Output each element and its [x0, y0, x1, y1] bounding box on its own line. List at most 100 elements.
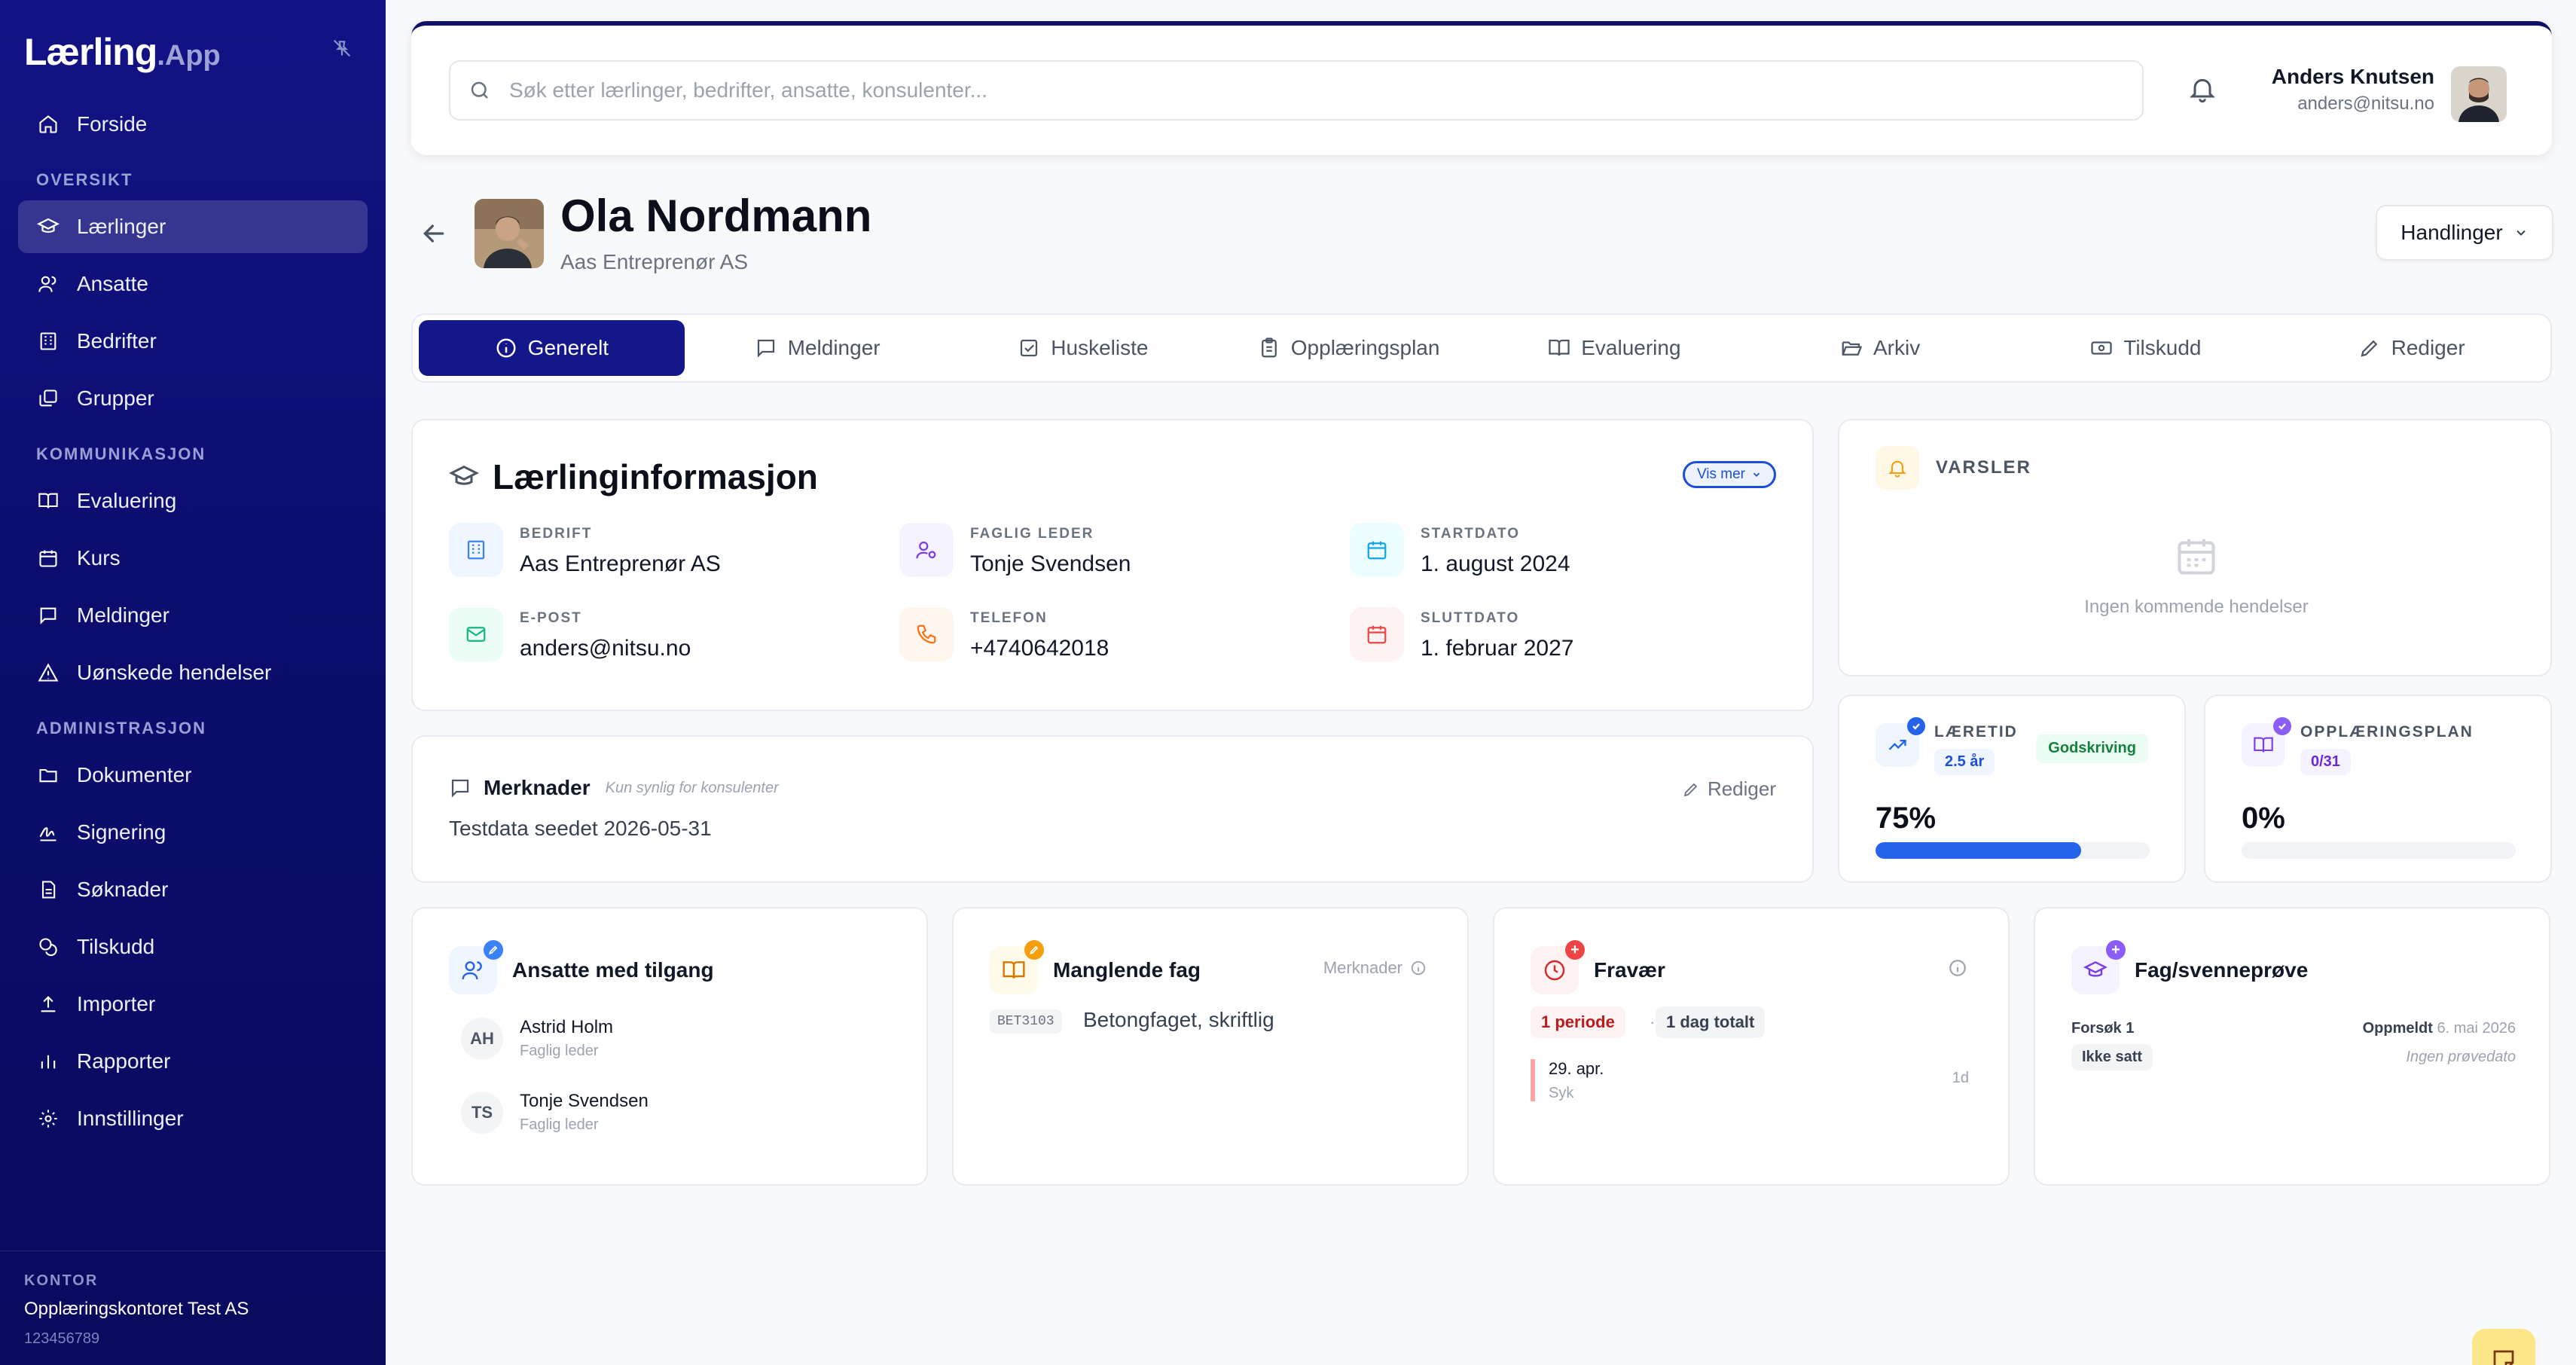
notes-title: Merknader: [484, 776, 591, 799]
graduation-cap-icon: +: [2071, 940, 2126, 994]
tab-rediger[interactable]: Rediger: [2278, 320, 2544, 376]
sidebar-item-label: Evaluering: [77, 489, 177, 512]
exam-attempt-row[interactable]: Forsøk 1 Oppmeldt 6. mai 2026: [2071, 1020, 2516, 1037]
absence-entry[interactable]: 29. apr. Syk: [1531, 1059, 1604, 1101]
sidebar-item-label: Signering: [77, 820, 166, 844]
apprentice-info-card: Lærlinginformasjon Vis mer BEDRIFT Aas En…: [411, 419, 1814, 711]
mail-icon: [449, 607, 503, 661]
tab-evaluering[interactable]: Evaluering: [1482, 320, 1747, 376]
sidebar-item-ansatte[interactable]: Ansatte: [18, 258, 368, 310]
actions-dropdown-button[interactable]: Handlinger: [2376, 205, 2553, 261]
person-role: Faglig leder: [520, 1043, 599, 1059]
sidebar-item-label: Tilskudd: [77, 935, 155, 958]
user-menu[interactable]: Anders Knutsen anders@nitsu.no: [2272, 65, 2507, 122]
list-item[interactable]: TS Tonje Svendsen Faglig leder: [461, 1091, 649, 1134]
apprentice-avatar[interactable]: [475, 199, 544, 268]
employees-access-card: Ansatte med tilgang AH Astrid Holm Faglig…: [411, 907, 928, 1186]
search-box[interactable]: [449, 60, 2144, 121]
check-badge-icon: [2273, 717, 2291, 735]
edit-badge-icon[interactable]: [484, 940, 503, 960]
notes-edit-button[interactable]: Rediger: [1682, 777, 1776, 801]
sidebar-item-signering[interactable]: Signering: [18, 806, 368, 859]
empty-calendar-icon: [2174, 533, 2219, 579]
notifications-bell-icon[interactable]: [2187, 74, 2217, 104]
add-badge-icon[interactable]: +: [2106, 940, 2126, 960]
exam-registered-date: 6. mai 2026: [2437, 1020, 2516, 1037]
tab-arkiv[interactable]: Arkiv: [1747, 320, 2013, 376]
folder-icon: [36, 763, 60, 787]
learning-time-label: LÆRETID: [1934, 723, 2018, 741]
users-icon: [36, 272, 60, 296]
sidebar-item-importer[interactable]: Importer: [18, 978, 368, 1031]
field-value[interactable]: +4740642018: [970, 636, 1109, 661]
exam-no-date: Ingen prøvedato: [2406, 1049, 2516, 1065]
sidebar-item-evaluering[interactable]: Evaluering: [18, 475, 368, 527]
info-icon: [1410, 960, 1427, 976]
field-value[interactable]: anders@nitsu.no: [520, 636, 691, 661]
sidebar-item-kurs[interactable]: Kurs: [18, 532, 368, 585]
user-avatar[interactable]: [2451, 66, 2507, 122]
info-icon: [495, 337, 517, 359]
sidebar-item-rapporter[interactable]: Rapporter: [18, 1035, 368, 1088]
absence-info-icon[interactable]: [1948, 958, 1967, 978]
sidebar-item-dokumenter[interactable]: Dokumenter: [18, 749, 368, 802]
home-icon: [36, 112, 60, 136]
pencil-icon: [2358, 337, 2381, 359]
book-open-icon: [990, 940, 1044, 994]
unpin-sidebar-icon[interactable]: [328, 35, 356, 62]
back-arrow-icon[interactable]: [419, 218, 449, 249]
phone-icon: [899, 607, 954, 661]
sidebar-item-label: Uønskede hendelser: [77, 661, 272, 684]
list-item[interactable]: AH Astrid Holm Faglig leder: [461, 1017, 613, 1060]
sidebar-item-soknader[interactable]: Søknader: [18, 863, 368, 916]
missing-notes-link[interactable]: Merknader: [1323, 958, 1427, 978]
clock-icon: +: [1531, 940, 1585, 994]
sidebar-item-label: Meldinger: [77, 603, 169, 627]
learning-time-duration: 2.5 år: [1934, 749, 1995, 775]
warning-icon: [36, 661, 60, 685]
trending-up-icon: [1876, 717, 1925, 767]
field-label: SLUTTDATO: [1421, 610, 1520, 626]
sidebar-item-laerlinger[interactable]: Lærlinger: [18, 200, 368, 253]
sidebar: Lærling .App Forside OVERSIKT Lærlinger …: [0, 0, 386, 1365]
office-footer[interactable]: KONTOR Opplæringskontoret Test AS 123456…: [0, 1250, 386, 1365]
tab-label: Arkiv: [1873, 336, 1921, 359]
missing-header: Manglende fag: [990, 940, 1201, 994]
tab-label: Evaluering: [1581, 336, 1681, 359]
learning-time-card[interactable]: LÆRETID 2.5 år Godskriving 75%: [1838, 695, 2186, 883]
sidebar-item-innstillinger[interactable]: Innstillinger: [18, 1092, 368, 1145]
avatar: AH: [461, 1017, 503, 1060]
field-label: STARTDATO: [1421, 526, 1520, 542]
tab-generelt[interactable]: Generelt: [419, 320, 685, 376]
tab-opplaeringsplan[interactable]: Opplæringsplan: [1216, 320, 1482, 376]
alerts-title: VARSLER: [1936, 457, 2031, 478]
search-input[interactable]: [509, 78, 2091, 102]
notes-fab-button[interactable]: [2472, 1329, 2535, 1365]
alerts-header: VARSLER: [1876, 446, 2031, 490]
user-cog-icon: [899, 523, 954, 577]
sidebar-item-bedrifter[interactable]: Bedrifter: [18, 315, 368, 368]
sidebar-item-forside[interactable]: Forside: [18, 98, 368, 151]
tab-tilskudd[interactable]: Tilskudd: [2013, 320, 2279, 376]
sidebar-item-label: Ansatte: [77, 272, 148, 295]
sidebar-item-uonskede-hendelser[interactable]: Uønskede hendelser: [18, 646, 368, 699]
app-logo[interactable]: Lærling .App: [24, 21, 221, 74]
edit-badge-icon[interactable]: [1024, 940, 1044, 960]
show-more-button[interactable]: Vis mer: [1682, 461, 1776, 488]
missing-notes-label: Merknader: [1323, 958, 1402, 977]
tab-label: Tilskudd: [2123, 336, 2202, 359]
book-open-icon: [2242, 717, 2291, 767]
training-plan-card[interactable]: OPPLÆRINGSPLAN 0/31 0%: [2204, 695, 2552, 883]
training-plan-progress: [2242, 842, 2516, 859]
sidebar-item-meldinger[interactable]: Meldinger: [18, 589, 368, 642]
document-icon: [36, 878, 60, 902]
tab-meldinger[interactable]: Meldinger: [685, 320, 951, 376]
tab-bar: Generelt Meldinger Huskeliste Opplærings…: [411, 313, 2552, 383]
sidebar-item-grupper[interactable]: Grupper: [18, 372, 368, 425]
sidebar-item-tilskudd[interactable]: Tilskudd: [18, 921, 368, 973]
notes-text: Testdata seedet 2026-05-31: [449, 817, 712, 840]
add-badge-icon[interactable]: +: [1565, 940, 1585, 960]
alerts-card: VARSLER Ingen kommende hendelser: [1838, 419, 2552, 676]
tab-label: Opplæringsplan: [1290, 336, 1440, 359]
tab-huskeliste[interactable]: Huskeliste: [951, 320, 1216, 376]
